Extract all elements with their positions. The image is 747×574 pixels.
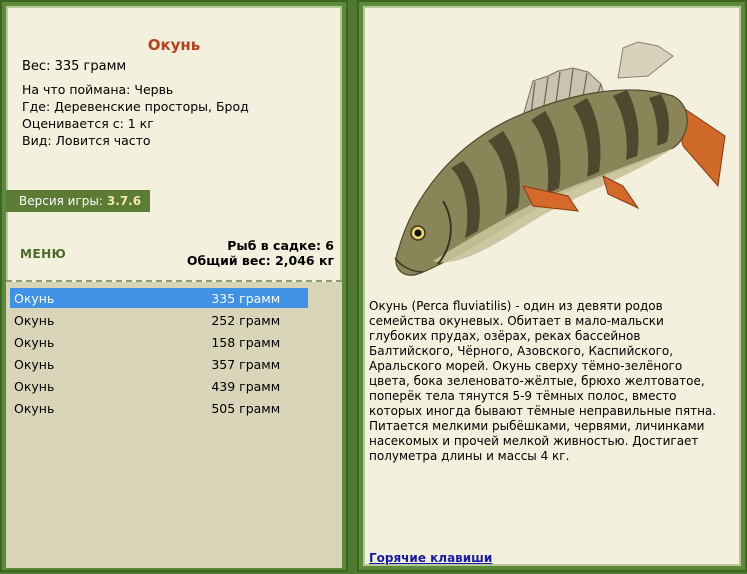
hotkeys-link[interactable]: Горячие клавиши xyxy=(369,551,492,565)
fish-description: Окунь (Perca fluviatilis) - один из девя… xyxy=(369,299,717,463)
list-item[interactable]: Окунь 158 грамм xyxy=(10,332,308,352)
fish-view: Вид: Ловится часто xyxy=(22,133,151,148)
menu-button[interactable]: МЕНЮ xyxy=(20,247,66,261)
catch-stats: Рыб в садке: 6 Общий вес: 2,046 кг xyxy=(187,238,334,268)
version-label: Версия игры: xyxy=(19,194,103,208)
list-item-name: Окунь xyxy=(14,356,55,372)
rated-from: Оценивается с: 1 кг xyxy=(22,116,154,131)
list-item-weight: 335 грамм xyxy=(211,290,281,306)
list-item-weight: 439 грамм xyxy=(211,378,281,394)
list-item-name: Окунь xyxy=(14,312,55,328)
list-item[interactable]: Окунь 357 грамм xyxy=(10,354,308,374)
list-item-weight: 357 грамм xyxy=(211,356,281,372)
list-item-weight: 505 грамм xyxy=(211,400,281,416)
list-item-name: Окунь xyxy=(14,378,55,394)
list-item[interactable]: Окунь 439 грамм xyxy=(10,376,308,396)
total-weight: Общий вес: 2,046 кг xyxy=(186,253,334,268)
list-item-name: Окунь xyxy=(14,400,55,416)
fish-title: Окунь xyxy=(147,36,201,54)
list-item[interactable]: Окунь 252 грамм xyxy=(10,310,308,330)
list-item-weight: 252 грамм xyxy=(211,312,281,328)
catch-location: Где: Деревенские просторы, Брод xyxy=(22,99,249,114)
perch-image xyxy=(394,41,726,276)
list-item[interactable]: Окунь 335 грамм xyxy=(10,288,308,308)
caught-on: На что поймана: Червь xyxy=(22,82,174,97)
list-item-name: Окунь xyxy=(14,290,55,306)
fish-info-panel: Окунь Вес: 335 грамм На что поймана: Чер… xyxy=(0,0,348,572)
fish-weight: Вес: 335 грамм xyxy=(22,59,127,74)
fish-description-panel: Окунь (Perca fluviatilis) - один из девя… xyxy=(357,0,747,572)
fish-count: Рыб в садке: 6 xyxy=(227,238,334,253)
version-value: 3.7.6 xyxy=(106,194,142,208)
version-badge: Версия игры: 3.7.6 xyxy=(6,190,150,212)
list-item-weight: 158 грамм xyxy=(211,334,281,350)
fish-details: На что поймана: Червь Где: Деревенские п… xyxy=(22,81,249,149)
list-item[interactable]: Окунь 505 грамм xyxy=(10,398,308,418)
catch-list: Окунь 335 грамм Окунь 252 грамм Окунь 15… xyxy=(6,282,342,568)
list-item-name: Окунь xyxy=(14,334,55,350)
